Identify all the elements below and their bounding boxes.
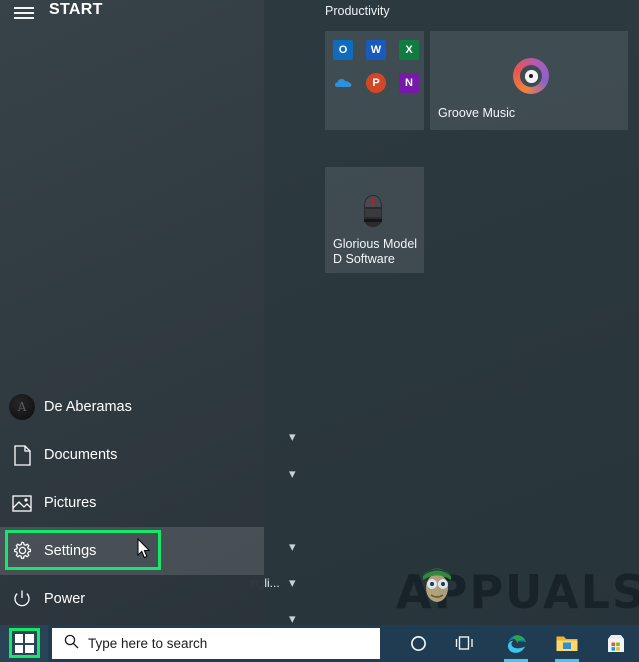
office-apps-tile[interactable]: O W X P N bbox=[325, 31, 424, 130]
task-view-icon[interactable] bbox=[443, 625, 487, 662]
powerpoint-icon: P bbox=[366, 73, 386, 93]
user-avatar-icon: A bbox=[0, 394, 44, 420]
tile-group-title: Productivity bbox=[325, 4, 390, 18]
start-menu-panel: START A De Aberamas Documents Pictures S… bbox=[0, 0, 264, 625]
sidebar-item-settings[interactable]: Settings bbox=[0, 527, 264, 575]
glorious-tile-label-line2: D Software bbox=[333, 252, 395, 266]
start-button[interactable] bbox=[0, 625, 48, 662]
hamburger-icon[interactable] bbox=[14, 5, 34, 21]
user-account-label: De Aberamas bbox=[44, 399, 132, 415]
mouse-cursor bbox=[137, 538, 151, 559]
document-icon bbox=[0, 444, 44, 466]
start-menu-header: START bbox=[0, 0, 264, 26]
search-input[interactable]: Type here to search bbox=[52, 628, 380, 659]
excel-icon: X bbox=[399, 40, 419, 60]
windows-logo-icon bbox=[14, 634, 34, 653]
documents-label: Documents bbox=[44, 447, 118, 463]
search-placeholder: Type here to search bbox=[88, 636, 208, 651]
sidebar-item-pictures[interactable]: Pictures bbox=[0, 479, 264, 527]
chevron-down-icon[interactable]: ▾ bbox=[289, 468, 296, 481]
pictures-label: Pictures bbox=[44, 495, 97, 511]
sidebar-item-power[interactable]: Power bbox=[0, 575, 264, 623]
power-label: Power bbox=[44, 591, 86, 607]
picture-icon bbox=[0, 494, 44, 512]
sidebar-item-user-account[interactable]: A De Aberamas bbox=[0, 383, 264, 431]
avatar: A bbox=[9, 394, 35, 420]
groove-music-icon bbox=[513, 58, 549, 94]
word-icon: W bbox=[366, 40, 386, 60]
search-icon bbox=[64, 634, 79, 654]
settings-label: Settings bbox=[44, 543, 97, 559]
chevron-down-icon[interactable]: ▾ bbox=[289, 431, 296, 444]
desktop-screen: ▾ ▾ ▾ ngli... ▾ ▾ APPUALS wsxdn.com Prod… bbox=[0, 0, 639, 662]
gaming-mouse-icon bbox=[364, 195, 382, 227]
edge-icon[interactable] bbox=[494, 625, 538, 662]
glorious-tile-label-line1: Glorious Model bbox=[333, 237, 418, 251]
outlook-icon: O bbox=[333, 40, 353, 60]
start-menu-title: START bbox=[49, 1, 103, 18]
chevron-down-icon[interactable]: ▾ bbox=[289, 577, 296, 590]
file-explorer-icon[interactable] bbox=[545, 625, 589, 662]
sidebar-item-documents[interactable]: Documents bbox=[0, 431, 264, 479]
chevron-down-icon[interactable]: ▾ bbox=[289, 541, 296, 554]
microsoft-store-icon[interactable] bbox=[594, 625, 638, 662]
power-icon bbox=[0, 589, 44, 609]
onedrive-icon bbox=[335, 79, 352, 87]
groove-music-tile-label: Groove Music bbox=[438, 106, 516, 120]
cortana-icon[interactable] bbox=[396, 625, 440, 662]
onenote-icon: N bbox=[399, 73, 419, 93]
appuals-mascot-logo bbox=[423, 568, 451, 602]
taskbar: Type here to search bbox=[0, 625, 639, 662]
gear-icon bbox=[0, 541, 44, 561]
